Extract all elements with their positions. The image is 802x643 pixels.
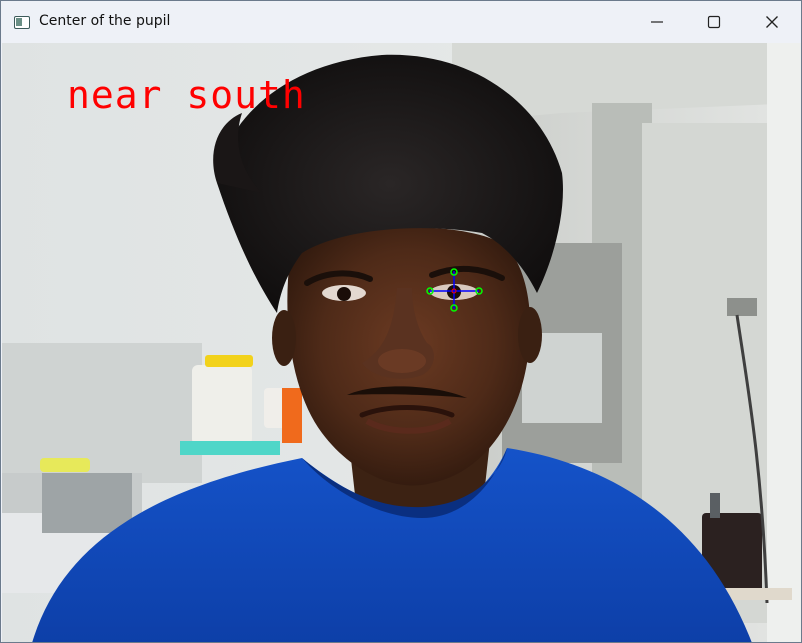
maximize-button[interactable] [685,1,743,43]
maximize-icon [707,15,721,29]
title-bar[interactable]: Center of the pupil [1,1,801,43]
webcam-scene [2,43,801,642]
window-title: Center of the pupil [39,13,171,29]
close-button[interactable] [743,1,801,43]
close-icon [766,16,778,28]
app-window-icon [14,16,30,29]
app-window: Center of the pupil near south [0,0,802,643]
webcam-frame: near south [2,43,801,642]
direction-label: near south [67,73,306,117]
minimize-icon [651,21,663,23]
minimize-button[interactable] [628,1,686,43]
